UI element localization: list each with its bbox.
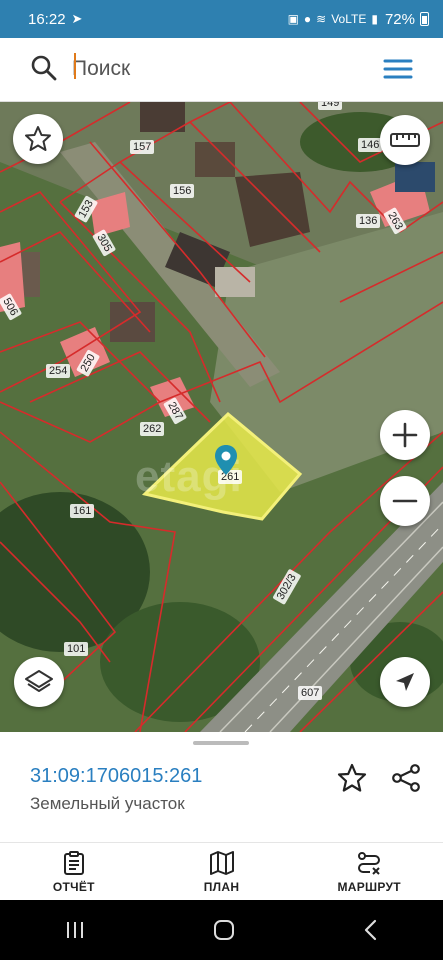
route-icon bbox=[358, 851, 381, 875]
parcel-info-sheet[interactable]: 31:09:1706015:261 Земельный участок bbox=[0, 732, 443, 842]
map-view[interactable]: etagi 149 157 146 156 153 305 136 263 50… bbox=[0, 102, 443, 732]
tab-report[interactable]: ОТЧЁТ bbox=[0, 843, 148, 900]
report-icon bbox=[63, 850, 84, 875]
wifi-icon: ≋ bbox=[316, 12, 327, 26]
tab-plan[interactable]: ПЛАН bbox=[148, 843, 296, 900]
ruler-button[interactable] bbox=[380, 115, 430, 165]
tab-label: ОТЧЁТ bbox=[52, 879, 95, 894]
parcel-type: Земельный участок bbox=[30, 794, 185, 813]
parcel-label[interactable]: 161 bbox=[70, 504, 95, 518]
status-bar: 16:22 ➤ ▣ ● ≋ VoLTE ▮ 72% bbox=[0, 0, 443, 38]
parcel-label[interactable]: 136 bbox=[356, 214, 381, 228]
sheet-handle[interactable] bbox=[193, 741, 249, 745]
search-icon[interactable] bbox=[30, 54, 58, 82]
tab-label: МАРШРУТ bbox=[337, 879, 401, 894]
network-label: VoLTE bbox=[331, 12, 367, 26]
satellite-map bbox=[0, 102, 443, 732]
favorite-star-icon[interactable] bbox=[336, 762, 368, 794]
favorites-button[interactable] bbox=[13, 114, 63, 164]
back-icon[interactable] bbox=[361, 918, 381, 942]
cadastral-number[interactable]: 31:09:1706015:261 bbox=[30, 765, 202, 788]
text-caret bbox=[74, 53, 76, 79]
parcel-label[interactable]: 101 bbox=[64, 642, 89, 656]
telegram-icon: ➤ bbox=[71, 11, 83, 26]
plus-icon bbox=[392, 422, 418, 448]
tab-route[interactable]: МАРШРУТ bbox=[295, 843, 443, 900]
parcel-label[interactable]: 607 bbox=[298, 686, 323, 700]
battery-percent: 72% bbox=[384, 10, 415, 28]
tab-label: ПЛАН bbox=[203, 879, 240, 894]
layers-icon bbox=[25, 670, 53, 692]
parcel-label[interactable]: 254 bbox=[46, 364, 71, 378]
zoom-out-button[interactable] bbox=[380, 476, 430, 526]
search-input[interactable] bbox=[72, 52, 372, 86]
ruler-icon bbox=[390, 133, 420, 147]
share-icon[interactable] bbox=[390, 762, 422, 794]
system-nav-bar bbox=[0, 900, 443, 960]
star-icon bbox=[25, 126, 51, 151]
my-location-button[interactable] bbox=[380, 657, 430, 707]
signal-icon: ▮ bbox=[371, 12, 378, 26]
parcel-label[interactable]: 156 bbox=[170, 184, 195, 198]
search-bar bbox=[0, 38, 443, 102]
recent-apps-icon[interactable] bbox=[63, 920, 87, 940]
menu-icon[interactable] bbox=[383, 54, 413, 84]
parcel-label[interactable]: 157 bbox=[130, 140, 155, 154]
battery-icon bbox=[420, 12, 429, 26]
parcel-label[interactable]: 262 bbox=[140, 422, 165, 436]
navigation-arrow-icon bbox=[396, 673, 414, 691]
location-pin-icon[interactable] bbox=[214, 444, 238, 476]
map-plan-icon bbox=[209, 850, 234, 875]
bottom-tab-bar: ОТЧЁТ ПЛАН МАРШРУТ bbox=[0, 842, 443, 900]
alarm-icon: ▣ bbox=[287, 12, 299, 26]
home-icon[interactable] bbox=[212, 918, 236, 942]
zoom-in-button[interactable] bbox=[380, 410, 430, 460]
status-time: 16:22 bbox=[28, 10, 66, 28]
layers-button[interactable] bbox=[14, 657, 64, 707]
location-icon: ● bbox=[303, 12, 312, 26]
parcel-label[interactable]: 149 bbox=[318, 102, 343, 110]
minus-icon bbox=[392, 499, 418, 503]
parcel-label[interactable]: 146 bbox=[358, 138, 383, 152]
